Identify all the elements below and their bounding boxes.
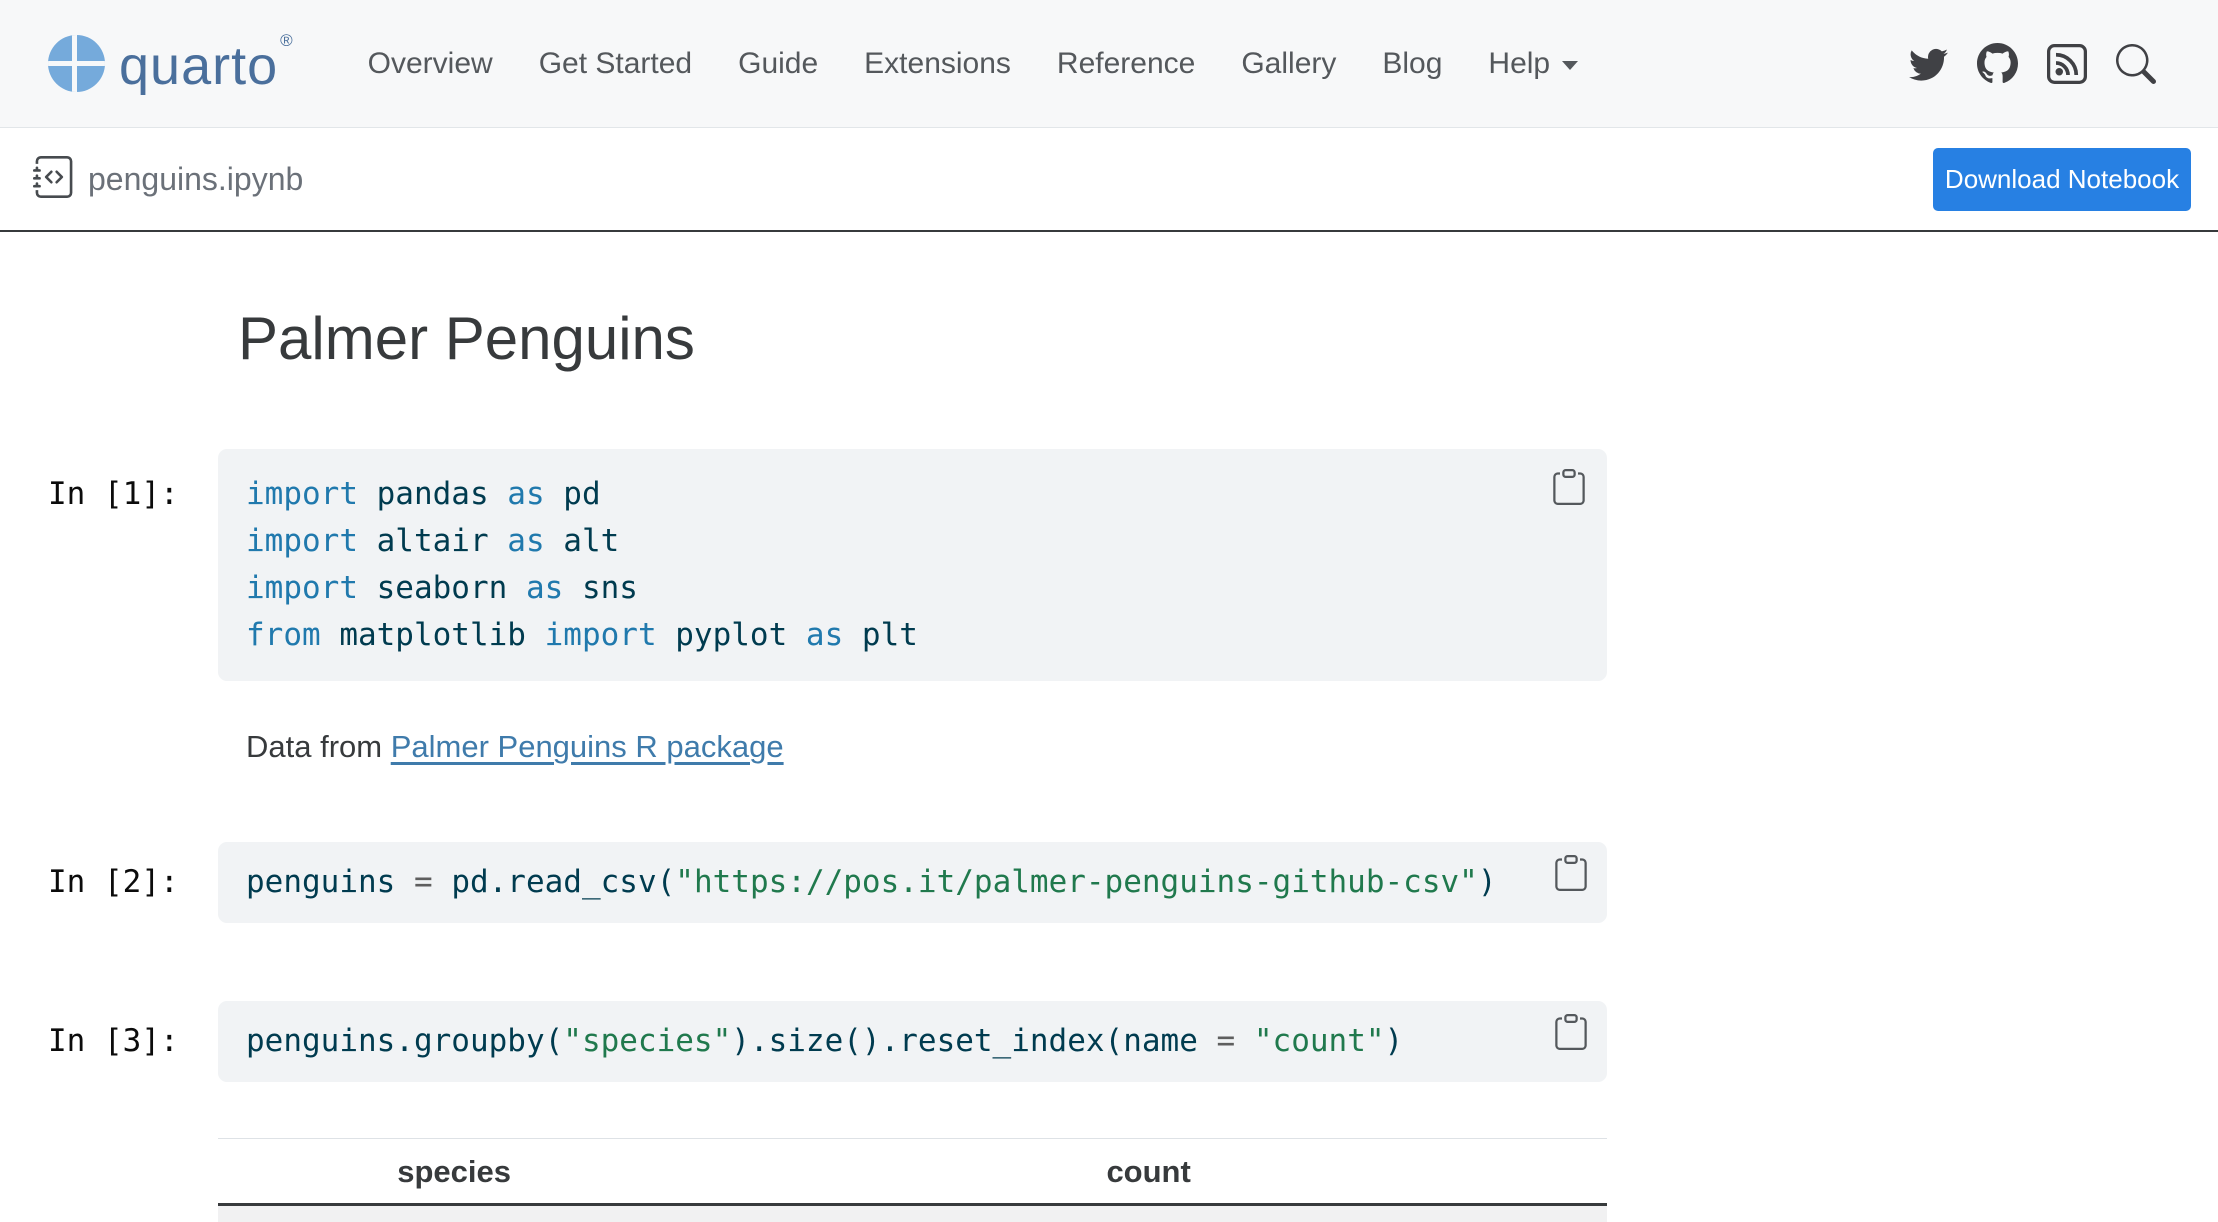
code-block: penguins = pd.read_csv("https://pos.it/p… — [218, 842, 1607, 923]
cell-execution-label: In [3]: — [48, 1001, 218, 1082]
notebook-file-info: penguins.ipynb — [33, 156, 303, 203]
clipboard-icon[interactable] — [1553, 855, 1589, 891]
code-cell-3: In [3]: penguins.groupby("species").size… — [48, 1001, 2218, 1082]
notebook-file-bar: penguins.ipynb Download Notebook — [0, 128, 2218, 232]
notebook-filename: penguins.ipynb — [88, 161, 303, 198]
nav-item-help[interactable]: Help — [1488, 47, 1578, 81]
nav-item-reference[interactable]: Reference — [1057, 47, 1195, 81]
clipboard-icon[interactable] — [1551, 469, 1587, 505]
nav-item-get-started[interactable]: Get Started — [539, 47, 692, 81]
palmer-penguins-link[interactable]: Palmer Penguins R package — [391, 729, 784, 764]
code-cell-1: In [1]: import pandas as pdimport altair… — [48, 449, 2218, 681]
paragraph-text: Data from — [246, 729, 391, 764]
quarto-brand[interactable]: quarto® — [48, 31, 294, 97]
nav-item-overview[interactable]: Overview — [368, 47, 493, 81]
page-title: Palmer Penguins — [238, 306, 2218, 372]
registered-mark: ® — [280, 31, 294, 50]
code-block: import pandas as pdimport altair as alti… — [218, 449, 1607, 681]
table-header-species: species — [218, 1139, 690, 1205]
github-icon[interactable] — [1977, 43, 2018, 84]
search-icon[interactable] — [2116, 44, 2156, 84]
table-row — [218, 1206, 1607, 1222]
download-notebook-button[interactable]: Download Notebook — [1933, 148, 2191, 211]
journal-code-icon — [33, 156, 75, 203]
quarto-logo-icon — [48, 35, 105, 92]
code-text: import pandas as pdimport altair as alti… — [246, 471, 1579, 659]
nav-item-blog[interactable]: Blog — [1382, 47, 1442, 81]
output-table: species count — [218, 1138, 1607, 1222]
code-text: penguins.groupby("species").size().reset… — [246, 1018, 1579, 1065]
nav-items: Overview Get Started Guide Extensions Refere… — [368, 47, 1578, 81]
code-cell-2: In [2]: penguins = pd.read_csv("https://… — [48, 842, 2218, 923]
nav-item-guide[interactable]: Guide — [738, 47, 818, 81]
code-block: penguins.groupby("species").size().reset… — [218, 1001, 1607, 1082]
cell-execution-label: In [1]: — [48, 449, 218, 681]
rss-icon[interactable] — [2047, 44, 2087, 84]
cell-execution-label: In [2]: — [48, 842, 218, 923]
top-navbar: quarto® Overview Get Started Guide Extensio… — [0, 0, 2218, 128]
chevron-down-icon — [1562, 61, 1578, 70]
clipboard-icon[interactable] — [1553, 1014, 1589, 1050]
code-text: penguins = pd.read_csv("https://pos.it/p… — [246, 859, 1579, 906]
brand-name: quarto® — [119, 31, 294, 97]
data-source-note: Data from Palmer Penguins R package — [246, 727, 2218, 767]
nav-item-gallery[interactable]: Gallery — [1241, 47, 1336, 81]
twitter-icon[interactable] — [1909, 44, 1948, 83]
notebook-content: Palmer Penguins In [1]: import pandas as… — [0, 306, 2218, 1222]
table-header-count: count — [690, 1139, 1607, 1205]
nav-icon-group — [1909, 43, 2156, 84]
nav-item-extensions[interactable]: Extensions — [864, 47, 1011, 81]
